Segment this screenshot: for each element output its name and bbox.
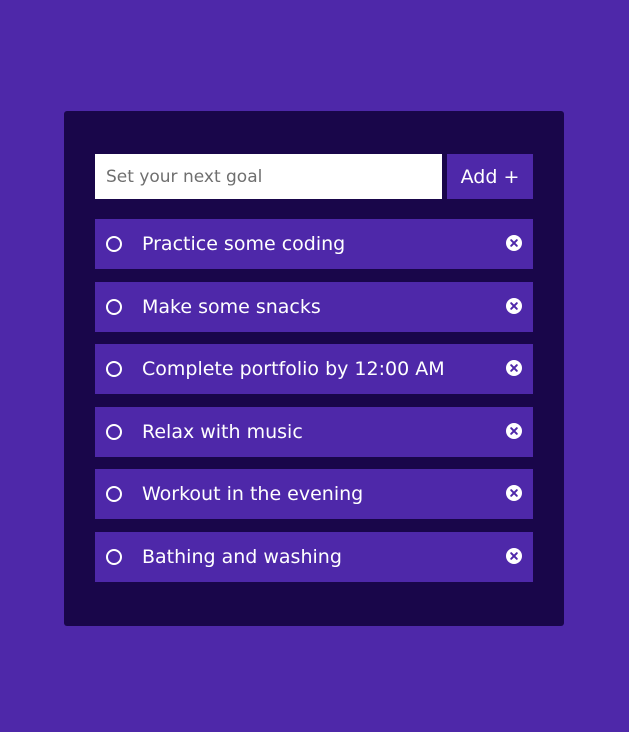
circle-icon[interactable] [106, 423, 122, 440]
todo-list: Practice some coding Make some snacks Co… [95, 219, 533, 595]
input-row: Add + [95, 154, 533, 199]
close-circle-icon[interactable] [506, 235, 522, 251]
circle-icon[interactable] [106, 236, 122, 252]
close-circle-icon[interactable] [506, 485, 522, 502]
todo-item: Complete portfolio by 12:00 AM [95, 344, 533, 395]
todo-card: Add + Practice some coding Make some sna… [64, 111, 564, 626]
circle-icon[interactable] [106, 548, 122, 565]
close-circle-icon[interactable] [506, 360, 522, 377]
todo-text: Practice some coding [142, 233, 346, 255]
add-button[interactable]: Add + [447, 154, 533, 199]
todo-text: Bathing and washing [142, 545, 342, 568]
todo-item: Workout in the evening [95, 469, 533, 520]
close-circle-icon[interactable] [506, 422, 522, 439]
circle-icon[interactable] [106, 361, 122, 378]
todo-item: Relax with music [95, 406, 533, 457]
todo-item: Bathing and washing [95, 531, 533, 582]
todo-text: Complete portfolio by 12:00 AM [142, 358, 445, 381]
circle-icon[interactable] [106, 486, 122, 503]
todo-text: Make some snacks [142, 295, 321, 318]
todo-item: Make some snacks [95, 281, 533, 332]
close-circle-icon[interactable] [506, 297, 522, 314]
close-circle-icon[interactable] [506, 547, 522, 564]
todo-text: Workout in the evening [142, 483, 364, 506]
todo-text: Relax with music [142, 420, 303, 443]
circle-icon[interactable] [106, 298, 122, 315]
todo-item: Practice some coding [95, 219, 533, 269]
goal-input[interactable] [95, 154, 442, 199]
